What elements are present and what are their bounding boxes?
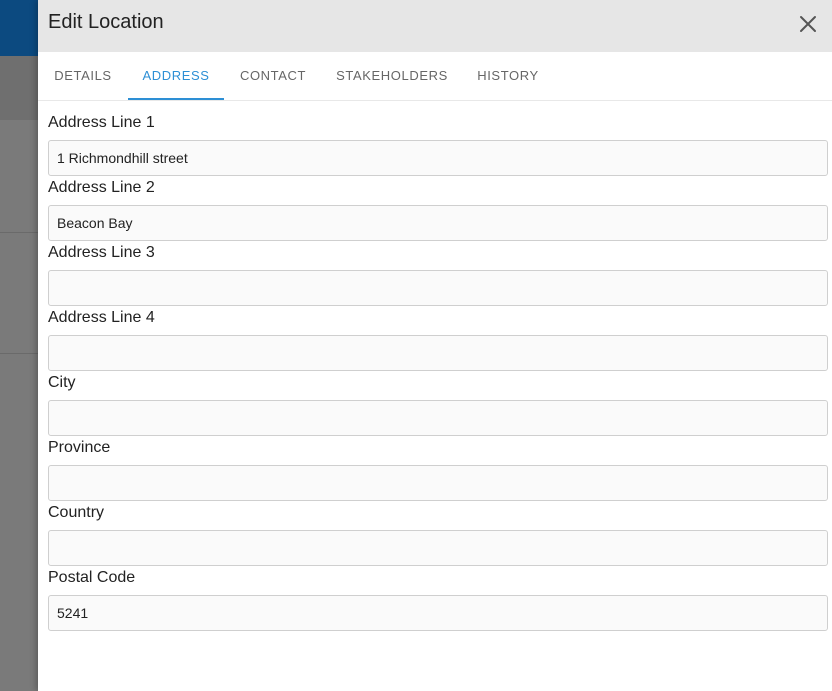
address-line-3-label: Address Line 3 [48, 244, 155, 261]
panel-title: Edit Location [48, 11, 164, 33]
province-input[interactable] [48, 465, 828, 501]
tab-address[interactable]: ADDRESS [128, 52, 224, 100]
tab-details[interactable]: DETAILS [44, 52, 122, 100]
address-line-1-input[interactable] [48, 140, 828, 176]
panel-header: Edit Location [38, 0, 832, 52]
postal-code-input[interactable] [48, 595, 828, 631]
address-line-2-input[interactable] [48, 205, 828, 241]
city-field: City [48, 368, 828, 436]
close-button[interactable] [796, 12, 820, 36]
address-line-3-field: Address Line 3 [48, 238, 828, 306]
city-input[interactable] [48, 400, 828, 436]
tab-history[interactable]: HISTORY [468, 52, 548, 100]
background-divider [0, 232, 38, 233]
page-backdrop [0, 0, 38, 691]
address-line-2-label: Address Line 2 [48, 179, 155, 196]
edit-location-panel: Edit Location DETAILS ADDRESS CONTACT ST… [38, 0, 832, 691]
tab-contact[interactable]: CONTACT [230, 52, 316, 100]
postal-code-label: Postal Code [48, 569, 136, 586]
address-line-1-label: Address Line 1 [48, 114, 155, 131]
background-band [0, 56, 38, 120]
tab-bar: DETAILS ADDRESS CONTACT STAKEHOLDERS HIS… [38, 52, 832, 101]
country-field: Country [48, 498, 828, 566]
address-line-2-field: Address Line 2 [48, 173, 828, 241]
close-icon [800, 16, 816, 32]
address-form: Address Line 1 Address Line 2 Address Li… [48, 108, 828, 631]
address-line-3-input[interactable] [48, 270, 828, 306]
country-input[interactable] [48, 530, 828, 566]
address-line-4-field: Address Line 4 [48, 303, 828, 371]
province-field: Province [48, 433, 828, 501]
address-line-1-field: Address Line 1 [48, 108, 828, 176]
address-line-4-label: Address Line 4 [48, 309, 155, 326]
background-app-bar [0, 0, 38, 56]
city-label: City [48, 374, 76, 391]
postal-code-field: Postal Code [48, 563, 828, 631]
tab-stakeholders[interactable]: STAKEHOLDERS [328, 52, 456, 100]
province-label: Province [48, 439, 111, 456]
address-line-4-input[interactable] [48, 335, 828, 371]
background-divider [0, 353, 38, 354]
country-label: Country [48, 504, 105, 521]
